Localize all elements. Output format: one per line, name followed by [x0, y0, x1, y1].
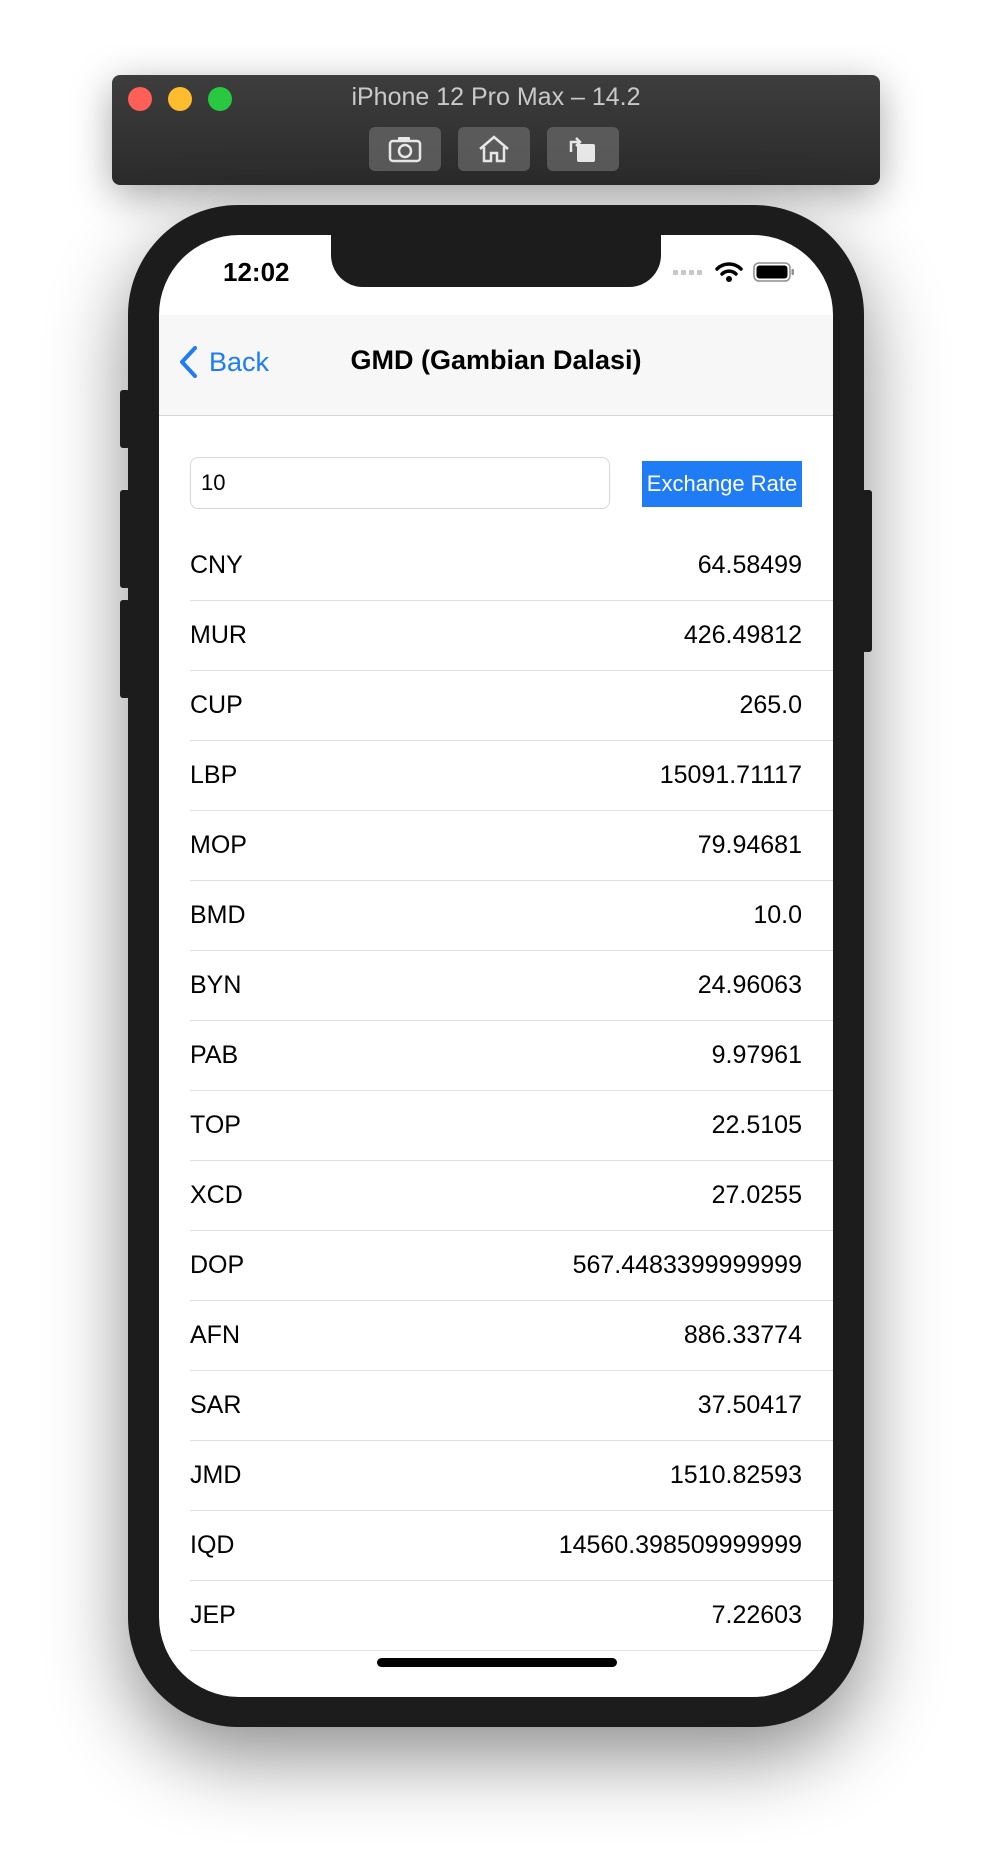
status-time: 12:02 [223, 257, 290, 287]
rotate-icon [569, 137, 595, 162]
currency-code: SAR [190, 1391, 242, 1419]
rate-row[interactable]: IQD 14560.398509999999 [190, 1511, 833, 1581]
rate-row[interactable]: DOP 567.4483399999999 [190, 1231, 833, 1301]
cellular-signal-icon [673, 270, 702, 275]
rate-row[interactable]: SAR 37.50417 [190, 1371, 833, 1441]
exchange-value: 9.97961 [711, 1041, 802, 1069]
status-icons [673, 261, 795, 283]
currency-code: PAB [190, 1041, 239, 1069]
amount-input[interactable] [190, 457, 610, 509]
notch [331, 235, 661, 287]
exchange-value: 79.94681 [697, 831, 802, 859]
exchange-value: 10.0 [753, 901, 802, 929]
rate-row[interactable]: CNY 64.58499 [190, 531, 833, 601]
app-screen: 12:02 Back GMD (Gambian Dalasi) Exc [159, 235, 833, 1697]
rotate-button[interactable] [547, 127, 619, 171]
currency-code: TOP [190, 1111, 241, 1139]
exchange-value: 886.33774 [683, 1321, 802, 1349]
currency-code: CUP [190, 691, 243, 719]
exchange-value: 24.96063 [697, 971, 802, 999]
exchange-value: 265.0 [739, 691, 802, 719]
currency-code: CNY [190, 551, 243, 579]
wifi-icon [715, 262, 743, 282]
rate-row[interactable]: XCD 27.0255 [190, 1161, 833, 1231]
rates-list[interactable]: CNY 64.58499 MUR 426.49812 CUP 265.0 LBP 15091.… [190, 531, 833, 1651]
currency-code: MUR [190, 621, 247, 649]
rate-row[interactable]: CUP 265.0 [190, 671, 833, 741]
rate-row[interactable]: JEP 7.22603 [190, 1581, 833, 1651]
currency-code: DOP [190, 1251, 245, 1279]
currency-code: JMD [190, 1461, 242, 1489]
simulator-titlebar: iPhone 12 Pro Max – 14.2 [112, 75, 880, 185]
exchange-value: 22.5105 [711, 1111, 802, 1139]
volume-up-button [120, 490, 130, 588]
home-icon [479, 135, 509, 163]
power-button [862, 490, 872, 652]
exchange-value: 567.4483399999999 [572, 1251, 802, 1279]
mute-switch [120, 390, 130, 448]
currency-code: AFN [190, 1321, 240, 1349]
simulator-title: iPhone 12 Pro Max – 14.2 [351, 83, 641, 111]
exchange-value: 14560.398509999999 [558, 1531, 802, 1559]
currency-code: IQD [190, 1531, 235, 1559]
home-indicator[interactable] [377, 1658, 617, 1667]
exchange-value: 426.49812 [683, 621, 802, 649]
currency-code: XCD [190, 1181, 243, 1209]
rate-row[interactable]: JMD 1510.82593 [190, 1441, 833, 1511]
rate-row[interactable]: MOP 79.94681 [190, 811, 833, 881]
home-button[interactable] [458, 127, 530, 171]
exchange-value: 64.58499 [697, 551, 802, 579]
rate-row[interactable]: AFN 886.33774 [190, 1301, 833, 1371]
exchange-value: 1510.82593 [669, 1461, 802, 1489]
volume-down-button [120, 600, 130, 698]
currency-code: LBP [190, 761, 238, 789]
exchange-value: 37.50417 [697, 1391, 802, 1419]
rate-row[interactable]: LBP 15091.71117 [190, 741, 833, 811]
exchange-value: 15091.71117 [659, 761, 802, 789]
rate-row[interactable]: PAB 9.97961 [190, 1021, 833, 1091]
navigation-bar: Back GMD (Gambian Dalasi) [159, 315, 833, 416]
rate-row[interactable]: BYN 24.96063 [190, 951, 833, 1021]
screenshot-button[interactable] [369, 127, 441, 171]
rate-row[interactable]: BMD 10.0 [190, 881, 833, 951]
exchange-rate-button[interactable]: Exchange Rate [642, 461, 802, 507]
rate-row[interactable]: TOP 22.5105 [190, 1091, 833, 1161]
exchange-value: 27.0255 [711, 1181, 802, 1209]
battery-icon [753, 262, 794, 282]
page-title: GMD (Gambian Dalasi) [350, 345, 642, 375]
camera-icon [388, 137, 422, 163]
rate-row[interactable]: MUR 426.49812 [190, 601, 833, 671]
currency-code: JEP [190, 1601, 236, 1629]
currency-code: BMD [190, 901, 246, 929]
currency-code: BYN [190, 971, 242, 999]
exchange-value: 7.22603 [711, 1601, 802, 1629]
currency-code: MOP [190, 831, 247, 859]
